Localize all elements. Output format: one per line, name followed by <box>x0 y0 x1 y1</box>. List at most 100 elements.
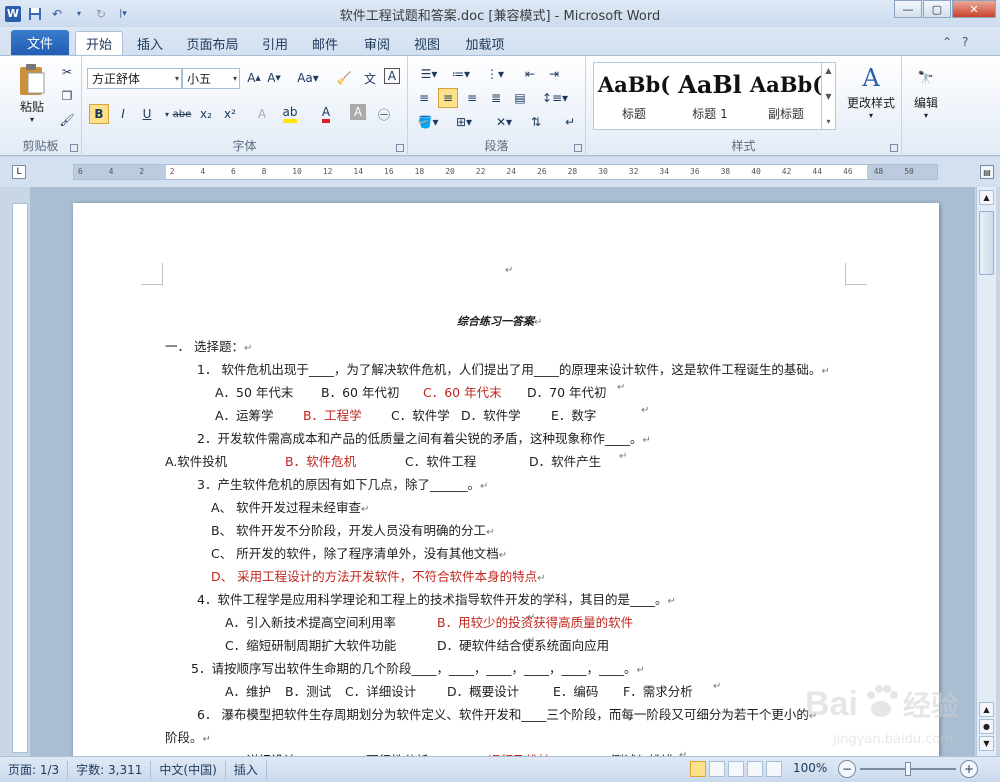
underline-button[interactable]: U <box>137 104 157 124</box>
shading-icon[interactable]: 🪣▾ <box>414 112 442 132</box>
scroll-down-icon[interactable]: ▼ <box>979 736 994 751</box>
word-app-icon[interactable]: W <box>4 5 22 23</box>
zoom-slider[interactable] <box>860 762 956 776</box>
maximize-button[interactable]: ▢ <box>923 0 951 18</box>
document-line[interactable]: C、 所开发的软件，除了程序清单外，没有其他文档↵ <box>211 543 507 562</box>
decrease-indent-icon[interactable]: ⇤ <box>520 64 540 84</box>
document-line[interactable]: 一． 选择题：↵ <box>165 336 252 355</box>
language-indicator[interactable]: 中文(中国) <box>151 760 226 779</box>
grow-font-icon[interactable]: A ▲ <box>244 68 264 88</box>
align-center-icon[interactable]: ≡ <box>438 88 458 108</box>
document-line[interactable]: 1． 软件危机出现于____，为了解决软件危机，人们提出了用____的原理来设计… <box>197 359 830 378</box>
gallery-more-icon[interactable]: ▾ <box>826 117 830 126</box>
increase-indent-icon[interactable]: ⇥ <box>544 64 564 84</box>
paste-button[interactable]: 粘贴 ▾ <box>12 62 52 124</box>
document-page[interactable]: ↵ 综合练习一答案↵ 一． 选择题：↵ 1． 软件危机出现于____，为了解决软件… <box>73 203 959 756</box>
tab-page-layout[interactable]: 页面布局 <box>180 31 245 55</box>
distributed-icon[interactable]: ▤ <box>510 88 530 108</box>
tab-mailings[interactable]: 邮件 <box>305 31 345 55</box>
sort-icon[interactable]: ⇅ <box>526 112 546 132</box>
document-line[interactable]: 2．开发软件需高成本和产品的低质量之间有着尖锐的矛盾，这种现象称作____。↵ <box>197 428 651 447</box>
shrink-font-icon[interactable]: A ▼ <box>264 68 284 88</box>
clipboard-launcher-icon[interactable] <box>70 144 78 152</box>
superscript-button[interactable]: x² <box>220 104 240 124</box>
scroll-up-icon[interactable]: ▲ <box>979 702 994 717</box>
web-layout-icon[interactable] <box>728 761 744 777</box>
character-border-icon[interactable]: A <box>384 68 400 84</box>
styles-launcher-icon[interactable] <box>890 144 898 152</box>
cut-icon[interactable]: ✂ <box>57 62 77 82</box>
undo-icon[interactable]: ↶ <box>48 5 66 23</box>
customize-qat-icon[interactable]: |▾ <box>114 5 132 23</box>
document-line[interactable]: B、 软件开发不分阶段，开发人员没有明确的分工↵ <box>211 520 494 539</box>
strikethrough-button[interactable]: abe <box>172 104 192 124</box>
vertical-scrollbar[interactable]: ▲ ▲ ● ▼ <box>976 187 996 756</box>
full-screen-reading-icon[interactable] <box>709 761 725 777</box>
document-line[interactable]: C．缩短研制周期扩大软件功能 D．硬软件结合使系统面向应用 ↵ <box>225 635 925 653</box>
font-family-select[interactable]: 方正舒体 ▾ <box>87 68 182 89</box>
gallery-scroll[interactable]: ▲ ▼ ▾ <box>821 63 835 129</box>
document-line[interactable]: A．50 年代末 B．60 年代初 C．60 年代末 D．70 年代初 ↵ <box>215 382 915 400</box>
scroll-up-icon[interactable]: ▲ <box>979 190 994 205</box>
document-line[interactable]: D、 采用工程设计的方法开发软件，不符合软件本身的特点↵ <box>211 566 546 585</box>
chinese-layout-icon[interactable]: ✕▾ <box>490 112 518 132</box>
numbering-icon[interactable]: ≔▾ <box>448 64 474 84</box>
phonetic-guide-icon[interactable]: 文 <box>360 68 380 88</box>
document-line[interactable]: A．运筹学 B．工程学 C．软件学 D．软件学 E．数字 ↵ <box>215 405 915 423</box>
text-effects-icon[interactable]: A <box>252 104 272 124</box>
chevron-up-icon[interactable]: ▲ <box>825 66 831 75</box>
close-button[interactable]: ✕ <box>952 0 996 18</box>
horizontal-ruler[interactable]: 6 4 2 2 4 6 8 10 12 14 16 18 20 22 24 26 28 30 32 34 36 38 40 4… <box>73 164 938 180</box>
document-title[interactable]: 综合练习一答案↵ <box>457 313 542 329</box>
style-title[interactable]: AaBb( 标题 <box>596 65 672 127</box>
tab-addins[interactable]: 加载项 <box>455 31 515 55</box>
draft-view-icon[interactable] <box>766 761 782 777</box>
insert-mode[interactable]: 插入 <box>226 760 267 779</box>
bullets-icon[interactable]: ☰▾ <box>416 64 442 84</box>
font-color-icon[interactable]: A <box>316 104 336 124</box>
redo-icon[interactable]: ↻ <box>92 5 110 23</box>
align-left-icon[interactable]: ≡ <box>414 88 434 108</box>
paragraph-launcher-icon[interactable] <box>574 144 582 152</box>
scroll-thumb[interactable] <box>979 211 994 275</box>
show-marks-icon[interactable]: ↵ <box>560 112 580 132</box>
tab-insert[interactable]: 插入 <box>130 31 170 55</box>
document-line[interactable]: A.软件投机 B．软件危机 C．软件工程 D．软件产生 ↵ <box>165 451 865 469</box>
document-line[interactable]: 4．软件工程学是应用科学理论和工程上的技术指导软件开发的学科，其目的是____。… <box>197 589 676 608</box>
style-heading-1[interactable]: AaBl 标题 1 <box>672 65 748 127</box>
view-ruler-icon[interactable]: ▤ <box>980 165 994 179</box>
tab-file[interactable]: 文件 <box>11 30 69 55</box>
save-icon[interactable] <box>26 5 44 23</box>
editing-button[interactable]: 🔭 编辑 ▾ <box>908 62 944 121</box>
word-count[interactable]: 字数: 3,311 <box>68 760 152 779</box>
document-line[interactable]: 阶段。↵ <box>165 727 211 746</box>
line-spacing-icon[interactable]: ↕≡▾ <box>540 88 570 108</box>
print-layout-view-icon[interactable] <box>690 761 706 777</box>
subscript-button[interactable]: x₂ <box>196 104 216 124</box>
italic-button[interactable]: I <box>113 104 133 124</box>
change-styles-button[interactable]: A 更改样式 ▾ <box>843 62 899 120</box>
format-painter-icon[interactable]: 🖌 <box>57 110 77 130</box>
minimize-ribbon-icon[interactable]: ⌃ <box>942 35 952 49</box>
vertical-ruler[interactable] <box>12 203 28 753</box>
justify-icon[interactable]: ≣ <box>486 88 506 108</box>
document-line[interactable]: A．引入新技术提高空间利用率 B．用较少的投资获得高质量的软件 ↵ <box>225 612 925 630</box>
bold-button[interactable]: B <box>89 104 109 124</box>
document-line[interactable]: A、 软件开发过程未经审查↵ <box>211 497 369 516</box>
tab-review[interactable]: 审阅 <box>357 31 397 55</box>
tab-view[interactable]: 视图 <box>407 31 447 55</box>
select-browse-object-icon[interactable]: ● <box>979 719 994 734</box>
outline-view-icon[interactable] <box>747 761 763 777</box>
align-right-icon[interactable]: ≡ <box>462 88 482 108</box>
tab-selector-icon[interactable]: L <box>12 165 26 179</box>
zoom-out-icon[interactable]: − <box>838 760 856 778</box>
chevron-down-icon[interactable]: ▼ <box>825 92 831 101</box>
document-line[interactable]: 5．请按顺序写出软件生命期的几个阶段____，____，____，____，__… <box>191 658 645 677</box>
font-size-select[interactable]: 小五 ▾ <box>182 68 240 89</box>
tab-home[interactable]: 开始 <box>75 31 123 55</box>
font-launcher-icon[interactable] <box>396 144 404 152</box>
minimize-button[interactable]: — <box>894 0 922 18</box>
clear-format-icon[interactable]: 🧹 <box>334 68 354 88</box>
multilevel-list-icon[interactable]: ⋮▾ <box>482 64 508 84</box>
zoom-in-icon[interactable]: + <box>960 760 978 778</box>
